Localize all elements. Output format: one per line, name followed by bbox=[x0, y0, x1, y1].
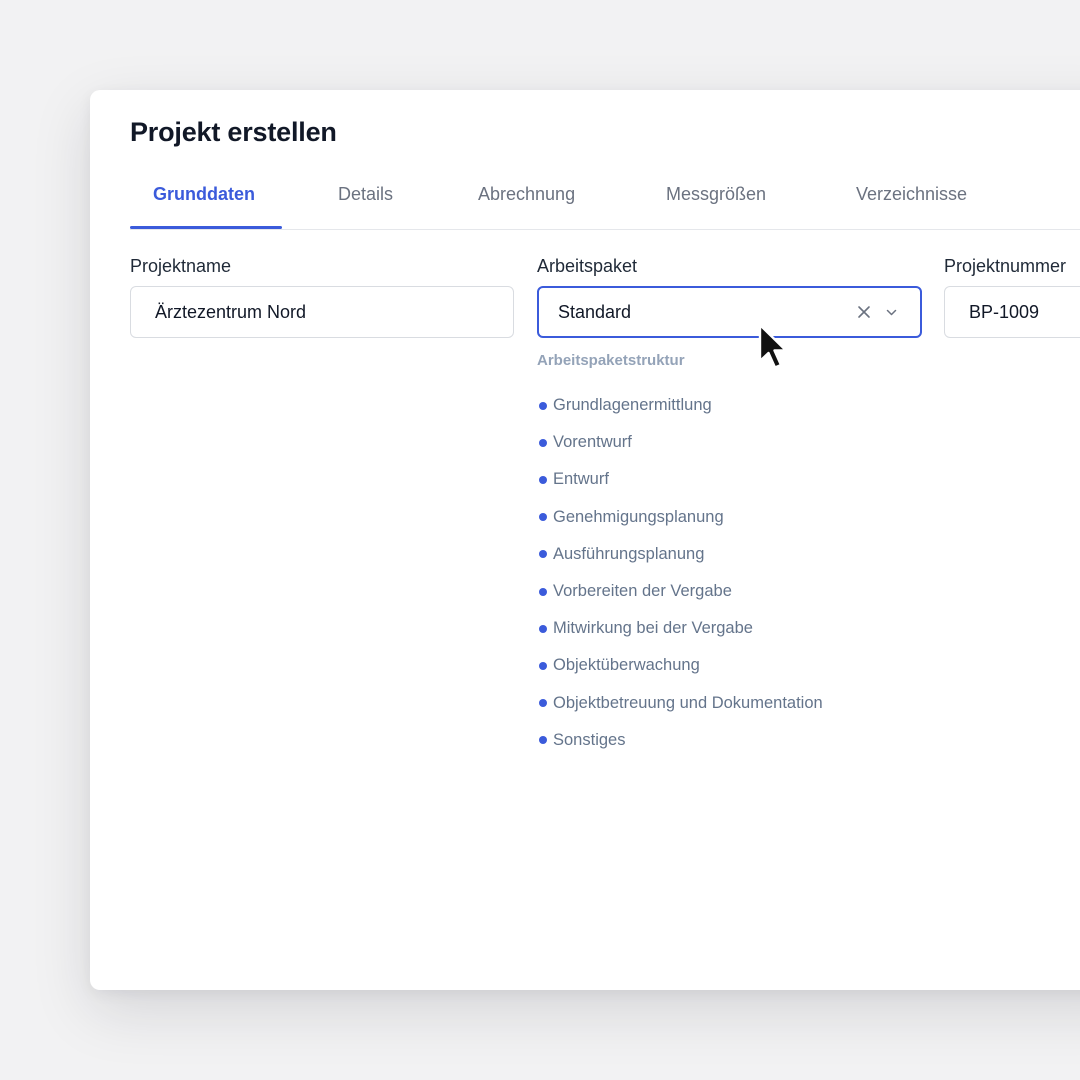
tab-details[interactable]: Details bbox=[338, 184, 393, 205]
bullet-icon bbox=[539, 401, 547, 410]
list-item: Vorentwurf bbox=[537, 424, 823, 461]
list-item: Objektüberwachung bbox=[537, 647, 823, 684]
projektnummer-input[interactable]: BP-1009 bbox=[944, 286, 1080, 338]
tab-grunddaten[interactable]: Grunddaten bbox=[153, 184, 255, 205]
bullet-icon bbox=[539, 624, 547, 633]
bullet-icon bbox=[539, 550, 547, 559]
chevron-down-icon[interactable] bbox=[880, 301, 902, 323]
list-item: Vorbereiten der Vergabe bbox=[537, 573, 823, 610]
list-item: Objektbetreuung und Dokumentation bbox=[537, 685, 823, 722]
tab-bar: Grunddaten Details Abrechnung Messgrößen… bbox=[130, 168, 1080, 230]
structure-list: Grundlagenermittlung Vorentwurf Entwurf … bbox=[537, 387, 823, 759]
active-tab-indicator bbox=[130, 226, 282, 229]
list-item: Mitwirkung bei der Vergabe bbox=[537, 610, 823, 647]
list-item: Sonstiges bbox=[537, 722, 823, 759]
bullet-icon bbox=[539, 513, 547, 522]
tab-abrechnung[interactable]: Abrechnung bbox=[478, 184, 575, 205]
list-item: Grundlagenermittlung bbox=[537, 387, 823, 424]
arbeitspaket-label: Arbeitspaket bbox=[537, 256, 638, 276]
tab-messgroessen[interactable]: Messgrößen bbox=[666, 184, 766, 205]
bullet-icon bbox=[539, 475, 547, 484]
bullet-icon bbox=[539, 587, 547, 596]
screen: Projekt erstellen Grunddaten Details Abr… bbox=[0, 0, 1080, 1080]
projektnummer-value: BP-1009 bbox=[969, 301, 1040, 322]
bullet-icon bbox=[539, 438, 547, 447]
create-project-dialog: Projekt erstellen Grunddaten Details Abr… bbox=[90, 90, 1080, 990]
dialog-title: Projekt erstellen bbox=[130, 117, 337, 147]
close-icon[interactable] bbox=[853, 301, 875, 323]
projektname-input[interactable]: Ärztezentrum Nord bbox=[130, 286, 514, 338]
projektname-label: Projektname bbox=[130, 256, 232, 276]
tab-verzeichnisse[interactable]: Verzeichnisse bbox=[856, 184, 967, 205]
bullet-icon bbox=[539, 661, 547, 670]
structure-heading: Arbeitspaketstruktur bbox=[537, 352, 685, 369]
projektnummer-label: Projektnummer bbox=[944, 256, 1067, 276]
projektname-value: Ärztezentrum Nord bbox=[155, 301, 307, 322]
list-item: Ausführungsplanung bbox=[537, 536, 823, 573]
arbeitspaket-value: Standard bbox=[558, 301, 632, 322]
list-item: Genehmigungsplanung bbox=[537, 499, 823, 536]
bullet-icon bbox=[539, 699, 547, 708]
list-item: Entwurf bbox=[537, 461, 823, 498]
bullet-icon bbox=[539, 736, 547, 745]
arbeitspaket-select[interactable]: Standard bbox=[537, 286, 922, 338]
